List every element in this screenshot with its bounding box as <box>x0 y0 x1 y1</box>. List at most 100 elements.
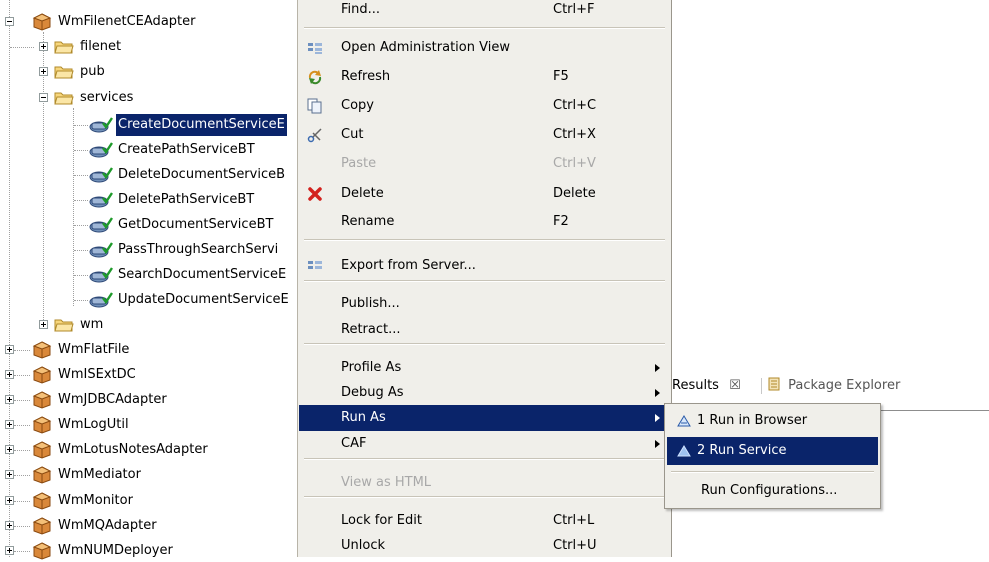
menu-item-label: View as HTML <box>341 475 432 490</box>
collapse-toggle-icon[interactable] <box>5 17 14 26</box>
tree-label: WmMonitor <box>58 493 133 508</box>
package-icon <box>32 492 52 510</box>
menu-separator <box>304 458 665 460</box>
menu-separator <box>304 239 665 241</box>
menu-item-label: Refresh <box>341 69 391 84</box>
menu-item-label: Export from Server... <box>341 258 476 273</box>
tab-results[interactable]: Results ☒ <box>672 374 741 398</box>
menu-separator <box>671 471 874 473</box>
expand-toggle-icon[interactable] <box>5 445 14 454</box>
menu-item-publish[interactable]: Publish... <box>299 291 670 317</box>
menu-item-retract[interactable]: Retract... <box>299 317 670 343</box>
menu-separator <box>304 496 665 498</box>
menu-item-label: Copy <box>341 98 374 113</box>
tree-guide-line <box>74 300 88 301</box>
folder-icon <box>54 66 74 79</box>
expand-toggle-icon[interactable] <box>5 521 14 530</box>
flow-service-icon <box>89 192 113 208</box>
menu-item-label: Run Configurations... <box>701 483 838 498</box>
tree-guide-line <box>73 108 74 306</box>
menu-item-paste[interactable]: Paste Ctrl+V <box>299 151 670 177</box>
tree-guide-line <box>74 250 88 251</box>
tab-package-explorer[interactable]: Package Explorer <box>768 374 900 398</box>
menu-item-delete[interactable]: Delete Delete <box>299 181 670 207</box>
tree-label: WmNUMDeployer <box>58 543 173 558</box>
expand-toggle-icon[interactable] <box>5 420 14 429</box>
refresh-icon <box>308 70 322 85</box>
menu-item-find[interactable]: Find... Ctrl+F <box>299 0 670 23</box>
tree-guide-line <box>14 501 30 502</box>
expand-toggle-icon[interactable] <box>5 395 14 404</box>
menu-item-accelerator: Ctrl+L <box>553 513 595 528</box>
collapse-toggle-icon[interactable] <box>39 93 48 102</box>
context-menu: Find... Ctrl+F Open Administration View Ref… <box>297 0 672 557</box>
package-icon <box>32 517 52 535</box>
tree-label: WmISExtDC <box>58 367 136 382</box>
flow-service-icon <box>89 292 113 308</box>
menu-item-run-in-browser[interactable]: 1 Run in Browser <box>667 407 878 435</box>
expand-toggle-icon[interactable] <box>39 42 48 51</box>
menu-item-run-as[interactable]: Run As <box>299 405 670 431</box>
menu-item-open-administration-view[interactable]: Open Administration View <box>299 35 670 61</box>
expand-toggle-icon[interactable] <box>5 546 14 555</box>
tree-guide-line <box>14 375 30 376</box>
tree-guide-line <box>14 425 30 426</box>
expand-toggle-icon[interactable] <box>39 320 48 329</box>
submenu-arrow-icon <box>655 440 660 448</box>
expand-toggle-icon[interactable] <box>39 67 48 76</box>
menu-item-accelerator: F5 <box>553 69 569 84</box>
tree-guide-line <box>14 400 30 401</box>
menu-item-caf[interactable]: CAF <box>299 431 670 457</box>
menu-item-lock-for-edit[interactable]: Lock for Edit Ctrl+L <box>299 508 670 534</box>
expand-toggle-icon[interactable] <box>5 345 14 354</box>
folder-open-icon <box>54 92 74 105</box>
menu-item-view-as-html[interactable]: View as HTML <box>299 470 670 496</box>
tab-label: Results <box>672 378 719 393</box>
menu-item-unlock[interactable]: Unlock Ctrl+U <box>299 533 670 559</box>
tree-guide-line <box>14 350 30 351</box>
tree-label: GetDocumentServiceBT <box>118 217 274 232</box>
expand-toggle-icon[interactable] <box>5 496 14 505</box>
menu-item-accelerator: Ctrl+F <box>553 2 595 17</box>
admin-view-icon <box>308 43 322 54</box>
menu-item-label: 2 Run Service <box>697 443 787 458</box>
tree-label: WmFlatFile <box>58 342 130 357</box>
menu-item-accelerator: Ctrl+X <box>553 127 596 142</box>
menu-item-export-from-server[interactable]: Export from Server... <box>299 253 670 279</box>
close-icon[interactable]: ☒ <box>729 378 741 393</box>
cut-icon <box>307 128 322 143</box>
tree-label: WmMQAdapter <box>58 518 157 533</box>
tree-label: WmMediator <box>58 467 141 482</box>
menu-item-accelerator: Ctrl+V <box>553 156 596 171</box>
menu-item-rename[interactable]: Rename F2 <box>299 209 670 235</box>
menu-separator <box>304 27 665 29</box>
menu-item-label: Rename <box>341 214 395 229</box>
package-icon <box>32 366 52 384</box>
flow-service-icon <box>89 167 113 183</box>
expand-toggle-icon[interactable] <box>5 370 14 379</box>
menu-item-profile-as[interactable]: Profile As <box>299 355 670 381</box>
menu-item-cut[interactable]: Cut Ctrl+X <box>299 122 670 148</box>
menu-item-run-configurations[interactable]: Run Configurations... <box>667 477 878 505</box>
tree-guide-line <box>14 551 30 552</box>
delete-icon <box>308 187 322 201</box>
expand-toggle-icon[interactable] <box>5 470 14 479</box>
menu-item-label: CAF <box>341 436 367 451</box>
menu-item-refresh[interactable]: Refresh F5 <box>299 64 670 90</box>
menu-item-debug-as[interactable]: Debug As <box>299 380 670 406</box>
package-icon <box>32 391 52 409</box>
menu-item-accelerator: Delete <box>553 186 596 201</box>
menu-item-label: Lock for Edit <box>341 513 422 528</box>
tree-guide-line <box>74 225 88 226</box>
tree-label: WmLotusNotesAdapter <box>58 442 208 457</box>
tree-guide-line <box>74 275 88 276</box>
tree-label: UpdateDocumentServiceE <box>118 292 289 307</box>
menu-item-copy[interactable]: Copy Ctrl+C <box>299 93 670 119</box>
tree-guide-line <box>74 200 88 201</box>
tree-guide-line <box>14 450 30 451</box>
tree-label: services <box>80 90 134 105</box>
run-service-icon <box>677 445 691 457</box>
copy-icon <box>307 98 322 114</box>
menu-item-run-service[interactable]: 2 Run Service <box>667 437 878 465</box>
menu-separator <box>304 280 665 282</box>
